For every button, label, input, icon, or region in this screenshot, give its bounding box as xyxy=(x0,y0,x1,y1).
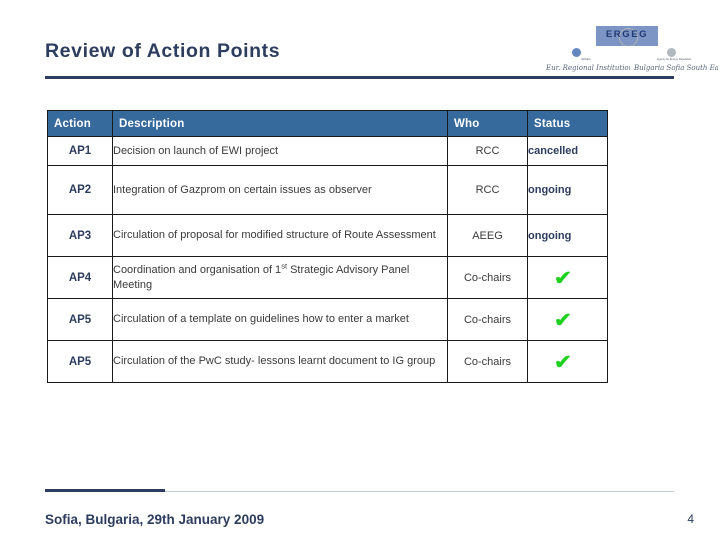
ergeg-wordmark: ERGEG xyxy=(605,29,649,40)
ergeg-logo: ERGEG xyxy=(596,26,658,46)
cell-who: Co-chairs xyxy=(447,340,528,383)
cell-description: Integration of Gazprom on certain issues… xyxy=(112,165,448,215)
organisation-seal-icon xyxy=(667,48,676,57)
cell-who: RCC xyxy=(447,136,528,166)
cell-status-done: ✔ xyxy=(527,298,608,341)
column-header-who: Who xyxy=(447,110,528,137)
table-row: AP2 Integration of Gazprom on certain iss… xyxy=(47,165,608,215)
cell-description: Circulation of the PwC study- lessons le… xyxy=(112,340,448,383)
cell-description: Decision on launch of EWI project xyxy=(112,136,448,166)
table-row: AP5 Circulation of the PwC study- lessons… xyxy=(47,340,608,383)
table-row: AP4 Coordination and organisation of 1st … xyxy=(47,256,608,299)
left-logo-script: Eur. Regional Institution xyxy=(546,64,630,72)
page-title: Review of Action Points xyxy=(45,40,281,62)
cell-status: ongoing xyxy=(527,214,608,257)
table-header-row: Action Description Who Status xyxy=(47,110,608,137)
right-partner-logo: Agency for Energy Regulation Bulgaria So… xyxy=(634,48,718,72)
check-icon: ✔ xyxy=(553,351,572,374)
column-header-description: Description xyxy=(112,110,448,137)
logo-block: ERGEG ERGEG Eur. Regional Institution Ag… xyxy=(546,26,718,72)
cell-status: cancelled xyxy=(527,136,608,166)
footer-divider-accent xyxy=(45,489,165,492)
table-row: AP3 Circulation of proposal for modified … xyxy=(47,214,608,257)
cell-who: RCC xyxy=(447,165,528,215)
table-row: AP5 Circulation of a template on guidelin… xyxy=(47,298,608,341)
column-header-action: Action xyxy=(47,110,113,137)
left-partner-logo: ERGEG Eur. Regional Institution xyxy=(546,48,630,72)
footer-event-label: Sofia, Bulgaria, 29th January 2009 xyxy=(45,512,265,527)
slide-header: Review of Action Points ERGEG ERGEG Eur.… xyxy=(0,0,720,80)
description-text-pre: Coordination and organisation of 1 xyxy=(113,264,282,277)
table-body: AP1 Decision on launch of EWI project RCC c… xyxy=(47,136,608,383)
title-divider xyxy=(45,76,674,79)
cell-action: AP4 xyxy=(47,256,113,299)
cell-action: AP5 xyxy=(47,298,113,341)
cell-status: ongoing xyxy=(527,165,608,215)
cell-who: Co-chairs xyxy=(447,256,528,299)
cell-who: AEEG xyxy=(447,214,528,257)
cell-status-done: ✔ xyxy=(527,340,608,383)
page-number: 4 xyxy=(687,512,694,526)
column-header-status: Status xyxy=(527,110,608,137)
right-logo-script: Bulgaria Sofia South East xyxy=(634,64,718,72)
cell-who: Co-chairs xyxy=(447,298,528,341)
cell-description: Circulation of proposal for modified str… xyxy=(112,214,448,257)
organisation-emblem-icon xyxy=(572,48,581,57)
cell-description: Circulation of a template on guidelines … xyxy=(112,298,448,341)
check-icon: ✔ xyxy=(553,309,572,332)
check-icon: ✔ xyxy=(553,267,572,290)
cell-action: AP3 xyxy=(47,214,113,257)
cell-action: AP5 xyxy=(47,340,113,383)
right-logo-microtext: Agency for Energy Regulation xyxy=(656,58,692,61)
cell-description: Coordination and organisation of 1st Str… xyxy=(112,256,448,299)
cell-action: AP1 xyxy=(47,136,113,166)
cell-action: AP2 xyxy=(47,165,113,215)
table-row: AP1 Decision on launch of EWI project RCC c… xyxy=(47,136,608,166)
cell-status-done: ✔ xyxy=(527,256,608,299)
action-points-table: Action Description Who Status AP1 Decisio… xyxy=(47,110,608,383)
left-logo-microtext: ERGEG xyxy=(581,58,591,61)
